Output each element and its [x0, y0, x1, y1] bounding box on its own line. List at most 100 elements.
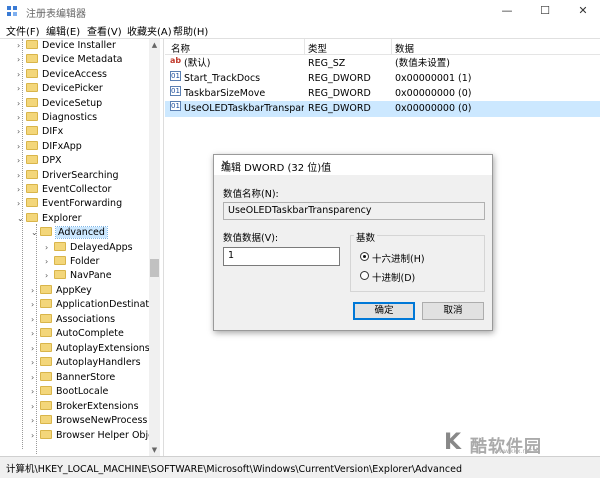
- tree-item-advanced[interactable]: ⌄ Advanced: [31, 226, 108, 240]
- expand-icon[interactable]: ›: [17, 39, 26, 53]
- expand-icon[interactable]: ›: [17, 197, 26, 211]
- decimal-radio-label[interactable]: 十进制(D): [372, 270, 415, 284]
- folder-icon: [26, 83, 38, 92]
- tree-item[interactable]: › Folder: [45, 255, 99, 269]
- column-divider[interactable]: [391, 39, 392, 54]
- tree-item[interactable]: › ApplicationDestinations: [31, 298, 160, 312]
- expand-icon[interactable]: ›: [31, 342, 40, 356]
- expand-icon[interactable]: ›: [17, 82, 26, 96]
- expand-icon[interactable]: ›: [17, 154, 26, 168]
- tree-item[interactable]: › DeviceSetup: [17, 97, 102, 111]
- cancel-button[interactable]: 取消: [422, 302, 484, 320]
- folder-icon: [26, 155, 38, 164]
- base-label: 基数: [354, 230, 378, 244]
- tree-item[interactable]: › NavPane: [45, 269, 112, 283]
- tree-scrollbar[interactable]: ▲ ▼: [149, 39, 160, 456]
- list-row[interactable]: ab (默认) REG_SZ (数值未设置): [165, 56, 600, 72]
- tree-item[interactable]: › AutoComplete: [31, 327, 124, 341]
- hex-radio-label[interactable]: 十六进制(H): [372, 251, 425, 265]
- tree-item[interactable]: › Associations: [31, 313, 115, 327]
- menu-favorites[interactable]: 收藏夹(A): [127, 23, 172, 38]
- minimize-button[interactable]: —: [492, 3, 522, 19]
- list-row[interactable]: 01 Start_TrackDocs REG_DWORD 0x00000001 …: [165, 71, 600, 87]
- tree-item-explorer[interactable]: ⌄ Explorer: [17, 212, 82, 226]
- edit-dword-dialog: 编辑 DWORD (32 位)值 ✕ 数值名称(N): UseOLEDTaskb…: [213, 154, 493, 331]
- decimal-radio[interactable]: [360, 271, 369, 280]
- expand-icon[interactable]: ›: [31, 429, 40, 443]
- column-type[interactable]: 类型: [308, 41, 327, 55]
- collapse-icon[interactable]: ⌄: [31, 226, 40, 240]
- column-divider[interactable]: [304, 39, 305, 54]
- tree-item[interactable]: › Device Installer: [17, 39, 116, 53]
- expand-icon[interactable]: ›: [31, 356, 40, 370]
- expand-icon[interactable]: ›: [31, 298, 40, 312]
- tree-item[interactable]: › BootLocale: [31, 385, 108, 399]
- menu-edit[interactable]: 编辑(E): [46, 23, 80, 38]
- registry-tree[interactable]: › Device Installer › Device Metadata › Devi…: [0, 39, 160, 456]
- folder-icon: [40, 357, 52, 366]
- expand-icon[interactable]: ›: [31, 400, 40, 414]
- expand-icon[interactable]: ›: [17, 111, 26, 125]
- menu-bar: 文件(F) 编辑(E) 查看(V) 收藏夹(A) 帮助(H): [0, 22, 600, 38]
- tree-item[interactable]: › DIFx: [17, 125, 63, 139]
- tree-item[interactable]: › EventCollector: [17, 183, 111, 197]
- column-name[interactable]: 名称: [171, 41, 190, 55]
- tree-item[interactable]: › BrowseNewProcess: [31, 414, 147, 428]
- tree-item[interactable]: › DriverSearching: [17, 169, 119, 183]
- tree-item[interactable]: › DIFxApp: [17, 140, 82, 154]
- expand-icon[interactable]: ›: [31, 371, 40, 385]
- expand-icon[interactable]: ›: [17, 140, 26, 154]
- dialog-close-icon[interactable]: ✕: [221, 159, 486, 170]
- list-row[interactable]: 01 TaskbarSizeMove REG_DWORD 0x00000000 …: [165, 86, 600, 102]
- expand-icon[interactable]: ›: [31, 284, 40, 298]
- ok-button[interactable]: 确定: [353, 302, 415, 320]
- hex-radio[interactable]: [360, 252, 369, 261]
- menu-file[interactable]: 文件(F): [6, 23, 40, 38]
- tree-item[interactable]: › AutoplayHandlers: [31, 356, 141, 370]
- folder-icon: [26, 141, 38, 150]
- tree-item[interactable]: › BannerStore: [31, 371, 115, 385]
- expand-icon[interactable]: ›: [17, 125, 26, 139]
- tree-item[interactable]: › DeviceAccess: [17, 68, 107, 82]
- value-data-input[interactable]: 1: [223, 247, 340, 266]
- close-button[interactable]: ✕: [568, 3, 598, 19]
- maximize-button[interactable]: ☐: [530, 3, 560, 19]
- folder-icon: [40, 299, 52, 308]
- menu-view[interactable]: 查看(V): [87, 23, 122, 38]
- tree-item[interactable]: › BrokerExtensions: [31, 400, 139, 414]
- expand-icon[interactable]: ›: [17, 68, 26, 82]
- scroll-down-icon[interactable]: ▼: [149, 444, 160, 456]
- tree-item[interactable]: › Device Metadata: [17, 53, 123, 67]
- expand-icon[interactable]: ›: [45, 255, 54, 269]
- tree-item[interactable]: › DPX: [17, 154, 62, 168]
- expand-icon[interactable]: ›: [17, 169, 26, 183]
- expand-icon[interactable]: ›: [45, 241, 54, 255]
- expand-icon[interactable]: ›: [31, 313, 40, 327]
- expand-icon[interactable]: ›: [17, 183, 26, 197]
- list-row-selected[interactable]: 01 UseOLEDTaskbarTranspar... REG_DWORD 0…: [165, 101, 600, 117]
- title-bar: 注册表编辑器 — ☐ ✕: [0, 0, 600, 22]
- pane-splitter[interactable]: [163, 39, 164, 456]
- tree-item[interactable]: › DevicePicker: [17, 82, 103, 96]
- collapse-icon[interactable]: ⌄: [17, 212, 26, 226]
- expand-icon[interactable]: ›: [45, 269, 54, 283]
- tree-item[interactable]: › AutoplayExtensions: [31, 342, 150, 356]
- scroll-thumb[interactable]: [150, 259, 159, 277]
- expand-icon[interactable]: ›: [17, 53, 26, 67]
- folder-icon: [40, 386, 52, 395]
- expand-icon[interactable]: ›: [17, 97, 26, 111]
- tree-item[interactable]: › DelayedApps: [45, 241, 133, 255]
- tree-item[interactable]: › Browser Helper Obje: [31, 429, 154, 443]
- column-data[interactable]: 数据: [395, 41, 414, 55]
- folder-icon: [26, 54, 38, 63]
- expand-icon[interactable]: ›: [31, 327, 40, 341]
- folder-icon: [26, 98, 38, 107]
- list-header: 名称 类型 数据: [165, 39, 600, 55]
- tree-item[interactable]: › Diagnostics: [17, 111, 97, 125]
- tree-item[interactable]: › EventForwarding: [17, 197, 122, 211]
- tree-item[interactable]: › AppKey: [31, 284, 92, 298]
- expand-icon[interactable]: ›: [31, 385, 40, 399]
- menu-help[interactable]: 帮助(H): [173, 23, 208, 38]
- scroll-up-icon[interactable]: ▲: [149, 39, 160, 51]
- expand-icon[interactable]: ›: [31, 414, 40, 428]
